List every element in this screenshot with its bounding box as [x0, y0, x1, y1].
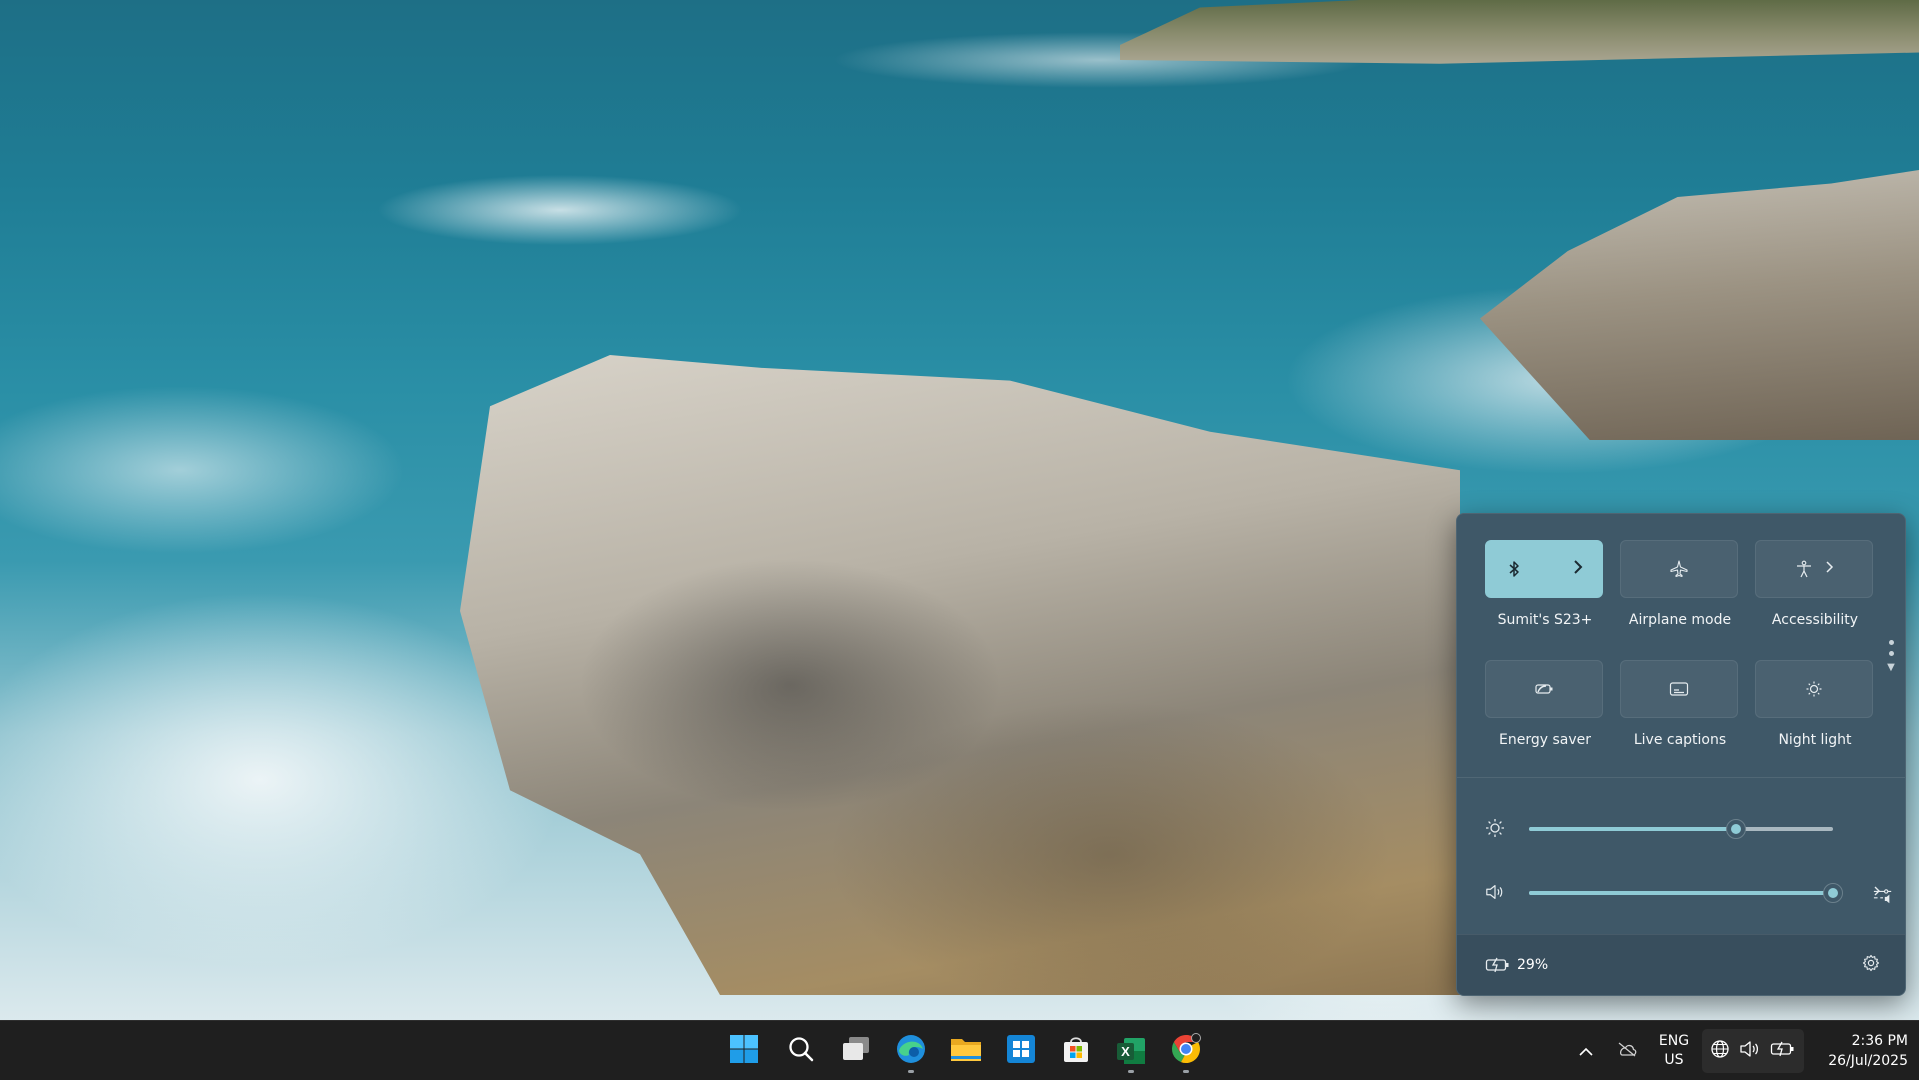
file-explorer-icon [950, 1035, 982, 1067]
volume-slider[interactable] [1529, 883, 1843, 903]
airplane-icon [1669, 559, 1689, 579]
quick-settings-panel: Sumit's S23+ Airplane mode Accessibility [1456, 513, 1906, 996]
edge-button[interactable] [891, 1031, 931, 1073]
chrome-icon [1170, 1033, 1202, 1069]
quick-settings-tiles: Sumit's S23+ Airplane mode Accessibility [1485, 540, 1877, 760]
tile-label-energy-saver: Energy saver [1499, 732, 1591, 748]
live-captions-button[interactable] [1620, 660, 1738, 718]
running-indicator [908, 1070, 914, 1073]
microsoft-store-icon [1006, 1034, 1036, 1068]
quick-settings-footer: 29% [1457, 934, 1905, 995]
chevron-right-icon[interactable] [1572, 559, 1584, 579]
night-light-button[interactable] [1755, 660, 1873, 718]
night-light-icon [1804, 679, 1824, 699]
live-captions-icon [1669, 679, 1689, 699]
pager-down-icon[interactable]: ▼ [1887, 662, 1895, 673]
language-code: ENG [1658, 1033, 1690, 1049]
store-button[interactable] [1056, 1031, 1096, 1071]
brightness-slider[interactable] [1529, 819, 1833, 839]
gear-icon [1861, 953, 1881, 973]
tile-bluetooth: Sumit's S23+ [1485, 540, 1605, 628]
brightness-thumb[interactable] [1725, 819, 1746, 839]
volume-icon [1739, 1040, 1761, 1062]
audio-output-button[interactable] [1873, 882, 1892, 904]
edge-icon [895, 1033, 927, 1069]
chevron-up-icon [1578, 1042, 1594, 1061]
tile-energy-saver: Energy saver [1485, 660, 1605, 748]
tile-label-accessibility: Accessibility [1771, 612, 1859, 628]
tile-accessibility: Accessibility [1755, 540, 1875, 628]
tiles-pager[interactable]: ▼ [1887, 634, 1895, 673]
airplane-mode-button[interactable] [1620, 540, 1738, 598]
accessibility-button[interactable] [1755, 540, 1873, 598]
wallpaper-rock-right [1480, 170, 1919, 440]
ms-store-bag-icon [1061, 1034, 1091, 1068]
energy-saver-button[interactable] [1485, 660, 1603, 718]
excel-icon: X [1116, 1036, 1146, 1066]
clock-button[interactable]: 2:36 PM 26/Jul/2025 [1812, 1031, 1908, 1071]
brightness-slider-row [1485, 814, 1881, 842]
wallpaper-island [1120, 0, 1919, 64]
brightness-icon [1485, 818, 1505, 838]
tile-night-light: Night light [1755, 660, 1875, 748]
excel-letter: X [1121, 1044, 1130, 1059]
accessibility-icon [1794, 559, 1814, 579]
clock-time: 2:36 PM [1851, 1033, 1908, 1049]
pager-dot[interactable] [1888, 651, 1894, 656]
running-indicator [1128, 1070, 1134, 1073]
task-view-button[interactable] [836, 1031, 876, 1071]
battery-percent: 29% [1517, 957, 1549, 973]
chevron-right-icon[interactable] [1824, 560, 1834, 578]
tile-airplane: Airplane mode [1620, 540, 1740, 628]
pager-dot[interactable] [1888, 640, 1894, 645]
file-explorer-button[interactable] [946, 1031, 986, 1071]
show-hidden-icons-button[interactable] [1574, 1031, 1598, 1071]
volume-fill [1529, 891, 1833, 895]
volume-slider-row [1485, 878, 1892, 906]
task-view-icon [841, 1036, 871, 1066]
audio-output-icon [1873, 886, 1893, 906]
clock-date: 26/Jul/2025 [1828, 1053, 1908, 1069]
system-tray-quick-settings-button[interactable] [1702, 1029, 1804, 1073]
settings-button[interactable] [1861, 953, 1881, 976]
panel-divider [1457, 777, 1905, 778]
onedrive-button[interactable] [1612, 1031, 1642, 1071]
energy-saver-icon [1534, 679, 1554, 699]
bluetooth-icon [1504, 559, 1524, 579]
brightness-fill [1529, 827, 1736, 831]
tile-live-captions: Live captions [1620, 660, 1740, 748]
battery-charging-icon [1770, 1041, 1796, 1061]
tile-label-airplane: Airplane mode [1628, 612, 1732, 628]
microsoft-store-button[interactable] [1001, 1031, 1041, 1071]
taskbar: X ENG US 2:36 PM 26/Jul/2025 [0, 1020, 1919, 1080]
chrome-button[interactable] [1166, 1031, 1206, 1073]
search-button[interactable] [781, 1031, 821, 1071]
battery-status[interactable]: 29% [1485, 955, 1548, 975]
search-icon [787, 1035, 815, 1067]
running-indicator [1183, 1070, 1189, 1073]
wallpaper-rock-main [460, 355, 1460, 995]
battery-charging-icon [1485, 955, 1511, 975]
excel-button[interactable]: X [1111, 1031, 1151, 1073]
volume-icon[interactable] [1485, 882, 1505, 902]
bluetooth-toggle-button[interactable] [1485, 540, 1603, 598]
region-code: US [1664, 1052, 1684, 1068]
input-language-indicator[interactable]: ENG US [1654, 1032, 1694, 1070]
volume-thumb[interactable] [1823, 883, 1843, 903]
tile-label-live-captions: Live captions [1633, 732, 1727, 748]
start-button[interactable] [724, 1031, 764, 1071]
network-globe-icon [1710, 1039, 1730, 1063]
tile-label-night-light: Night light [1778, 732, 1852, 748]
onedrive-offline-icon [1616, 1041, 1638, 1061]
tile-label-bluetooth: Sumit's S23+ [1497, 612, 1593, 628]
start-icon [729, 1034, 759, 1068]
